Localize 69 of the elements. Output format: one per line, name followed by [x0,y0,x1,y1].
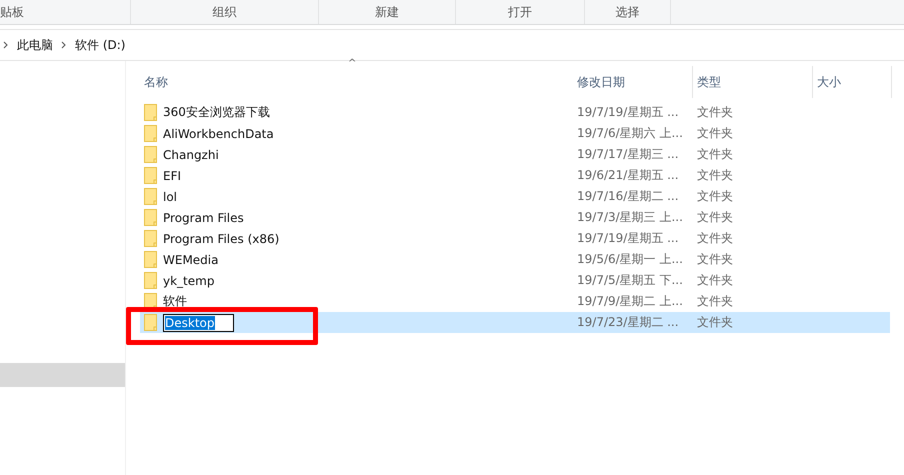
breadcrumb-item[interactable]: 此电脑 [17,36,53,54]
file-type: 文件夹 [696,272,734,289]
modified-date: 19/7/16/星期二 ... [576,188,680,205]
file-row[interactable]: Program Files 19/7/3/星期三 上... 文件夹 [140,207,890,228]
folder-icon [144,272,158,290]
ribbon-group-label: 新建 [319,0,456,24]
column-header[interactable]: 修改日期 [573,66,693,98]
folder-icon [144,250,158,268]
folder-icon [144,230,158,248]
file-type: 文件夹 [696,104,734,121]
file-row[interactable]: yk_temp 19/7/5/星期五 下... 文件夹 [140,270,890,291]
file-row[interactable]: EFI 19/6/21/星期五 ... 文件夹 [140,165,890,186]
file-type: 文件夹 [696,230,734,247]
sort-arrow: ^ [348,58,356,69]
file-row[interactable]: 360安全浏览器下载 19/7/19/星期五 ... 文件夹 [140,102,890,123]
file-type: 文件夹 [696,146,734,163]
file-type: 文件夹 [696,167,734,184]
modified-date: 19/7/19/星期五 ... [576,230,680,247]
modified-date: 19/6/21/星期五 ... [576,167,680,184]
folder-icon [144,166,158,184]
file-name: WEMedia [163,252,218,266]
modified-date: 19/7/19/星期五 ... [576,104,680,121]
file-type: 文件夹 [696,293,734,310]
file-name: yk_temp [163,274,214,288]
file-name: 软件 [163,293,187,310]
file-type: 文件夹 [696,314,734,331]
file-name: 360安全浏览器下载 [163,104,270,121]
modified-date: 19/7/5/星期五 下... [576,272,684,289]
file-row[interactable]: Program Files (x86) 19/7/19/星期五 ... 文件夹 [140,228,890,249]
modified-date: 19/7/23/星期二 ... [576,314,680,331]
ribbon-group-label: 选择 [585,0,671,24]
chevron-icon [61,41,67,49]
ribbon-group-label: 打开 [456,0,585,24]
file-type: 文件夹 [696,188,734,205]
ribbon-group-label: 贴板 [0,0,131,24]
folder-icon [144,146,158,164]
folder-icon [144,124,158,142]
folder-icon [144,208,158,226]
modified-date: 19/7/3/星期三 上... [576,209,684,226]
folder-icon [144,314,158,332]
file-name: AliWorkbenchData [163,126,274,140]
modified-date: 19/7/17/星期三 ... [576,146,680,163]
file-row[interactable]: Changzhi 19/7/17/星期三 ... 文件夹 [140,144,890,165]
rename-field[interactable]: Desktop [163,314,234,332]
folder-icon [144,104,158,122]
column-header[interactable]: 名称 [140,66,573,98]
file-name: Program Files (x86) [163,232,280,246]
file-row[interactable]: 软件 19/7/9/星期二 上... 文件夹 [140,291,890,312]
modified-date: 19/7/6/星期六 上... [576,125,684,142]
modified-date: 19/5/6/星期一 上... [576,251,684,268]
file-type: 文件夹 [696,251,734,268]
file-type: 文件夹 [696,125,734,142]
file-name: Changzhi [163,148,219,162]
file-row[interactable]: Desktop 19/7/23/星期二 ... 文件夹 [140,312,890,333]
nav-item[interactable] [0,363,125,387]
breadcrumb-item[interactable]: 软件 (D:) [75,36,126,54]
file-row[interactable]: WEMedia 19/5/6/星期一 上... 文件夹 [140,249,890,270]
file-row[interactable]: AliWorkbenchData 19/7/6/星期六 上... 文件夹 [140,123,890,144]
folder-icon [144,188,158,206]
ribbon-group-label: 组织 [131,0,319,24]
file-type: 文件夹 [696,209,734,226]
modified-date: 19/7/9/星期二 上... [576,293,684,310]
column-header[interactable]: 类型 [693,66,813,98]
chevron-icon [3,41,9,49]
file-name: EFI [163,168,182,182]
column-header[interactable]: 大小 [813,66,892,98]
file-name: lol [163,190,178,204]
file-row[interactable]: lol 19/7/16/星期二 ... 文件夹 [140,186,890,207]
file-name: Program Files [163,210,244,224]
